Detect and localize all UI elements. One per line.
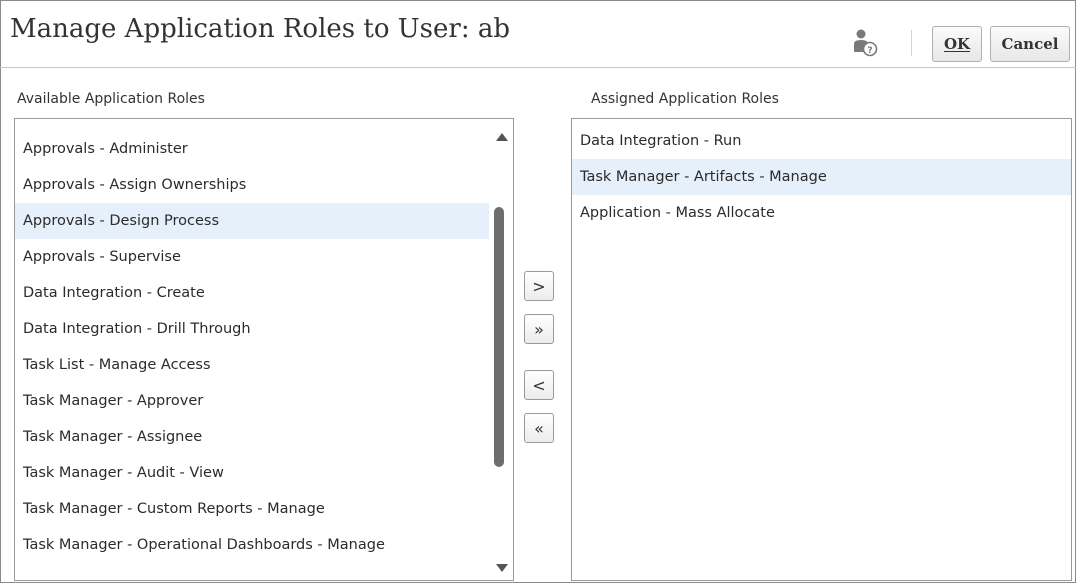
- dialog-title: Manage Application Roles to User: ab: [10, 14, 510, 44]
- available-roles-scrollbar[interactable]: [489, 119, 513, 580]
- list-item[interactable]: Task Manager - Approver: [15, 383, 489, 419]
- list-item[interactable]: Task List - Manage Access: [15, 347, 489, 383]
- list-item[interactable]: Task Manager - Artifacts - Manage: [572, 159, 1071, 195]
- move-all-icon: »: [534, 319, 544, 339]
- ok-button[interactable]: OK: [932, 26, 982, 62]
- available-roles-list[interactable]: Ad Hoc - UserApprovals - AdministerAppro…: [14, 118, 514, 581]
- remove-all-icon: «: [534, 418, 544, 438]
- list-item[interactable]: Approvals - Supervise: [15, 239, 489, 275]
- available-roles-label: Available Application Roles: [17, 91, 205, 107]
- available-roles-items: Ad Hoc - UserApprovals - AdministerAppro…: [15, 119, 489, 563]
- assigned-roles-items: Data Integration - Run Task Manager - Art…: [572, 123, 1071, 231]
- scroll-up-arrow-icon[interactable]: [496, 133, 508, 141]
- toolbar-separator: [911, 30, 912, 56]
- move-selected-icon: >: [532, 276, 546, 296]
- assigned-roles-label: Assigned Application Roles: [591, 91, 779, 107]
- list-item[interactable]: Task Manager - Assignee: [15, 419, 489, 455]
- list-item[interactable]: Task Manager - Operational Dashboards - …: [15, 527, 489, 563]
- scroll-down-arrow-icon[interactable]: [496, 564, 508, 572]
- header-divider: [0, 67, 1076, 68]
- remove-selected-icon: <: [532, 375, 546, 395]
- list-item[interactable]: Data Integration - Drill Through: [15, 311, 489, 347]
- remove-all-button[interactable]: «: [524, 413, 554, 443]
- cancel-button[interactable]: Cancel: [990, 26, 1070, 62]
- list-item[interactable]: Task Manager - Audit - View: [15, 455, 489, 491]
- list-item[interactable]: Ad Hoc - User: [15, 119, 489, 131]
- list-item[interactable]: Task Manager - Custom Reports - Manage: [15, 491, 489, 527]
- scrollbar-thumb[interactable]: [494, 207, 504, 467]
- ok-button-label: OK: [943, 35, 971, 53]
- list-item[interactable]: Approvals - Assign Ownerships: [15, 167, 489, 203]
- move-all-button[interactable]: »: [524, 314, 554, 344]
- user-help-icon[interactable]: ?: [852, 28, 878, 58]
- list-item[interactable]: Approvals - Design Process: [15, 203, 489, 239]
- list-item[interactable]: Approvals - Administer: [15, 131, 489, 167]
- assigned-roles-list[interactable]: Data Integration - Run Task Manager - Art…: [571, 118, 1072, 581]
- list-item[interactable]: Data Integration - Create: [15, 275, 489, 311]
- list-item[interactable]: Application - Mass Allocate: [572, 195, 1071, 231]
- cancel-button-label: Cancel: [1001, 35, 1059, 53]
- move-selected-button[interactable]: >: [524, 271, 554, 301]
- list-item[interactable]: Data Integration - Run: [572, 123, 1071, 159]
- remove-selected-button[interactable]: <: [524, 370, 554, 400]
- svg-text:?: ?: [867, 46, 872, 56]
